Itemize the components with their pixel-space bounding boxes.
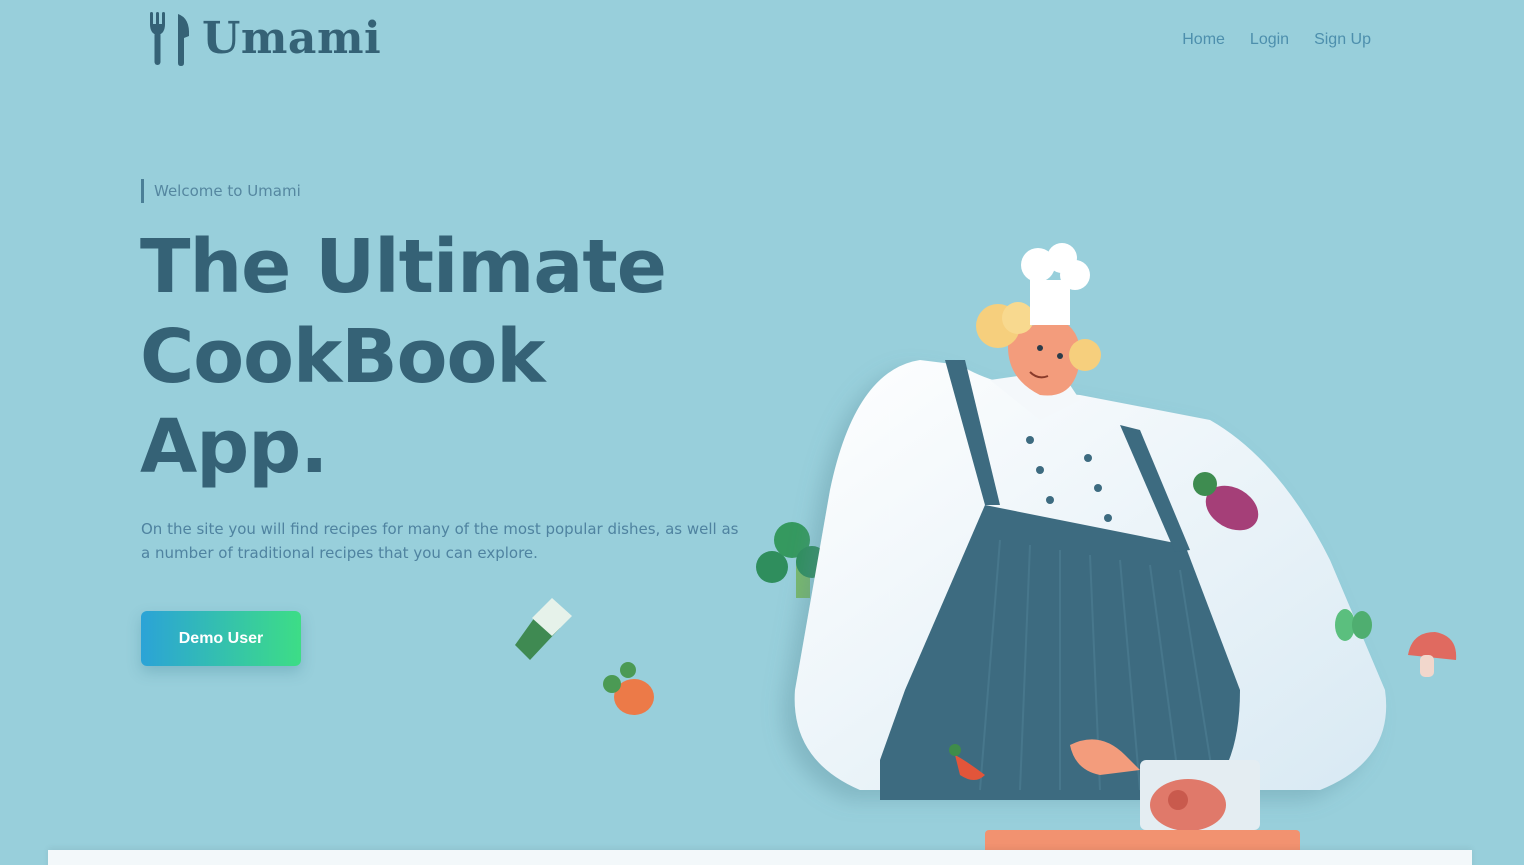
bottom-card (48, 850, 1472, 865)
landing-page: Umami Home Login Sign Up Welcome to Umam… (0, 0, 1524, 865)
demo-user-button[interactable]: Demo User (141, 611, 301, 666)
logo-text: Umami (202, 13, 382, 64)
nav-home-link[interactable]: Home (1182, 31, 1225, 49)
mushroom-icon (1408, 632, 1457, 677)
leek-icon (515, 598, 572, 660)
main-nav: Home Login Sign Up (1182, 31, 1371, 49)
chef-head (976, 243, 1101, 396)
nav-signup-link[interactable]: Sign Up (1314, 31, 1371, 49)
chef-illustration (515, 243, 1457, 855)
carrot-icon (603, 662, 654, 715)
hero-eyebrow: Welcome to Umami (141, 179, 301, 203)
logo-link[interactable]: Umami (148, 12, 381, 66)
nav-login-link[interactable]: Login (1250, 31, 1289, 49)
fork-knife-icon (150, 12, 190, 66)
